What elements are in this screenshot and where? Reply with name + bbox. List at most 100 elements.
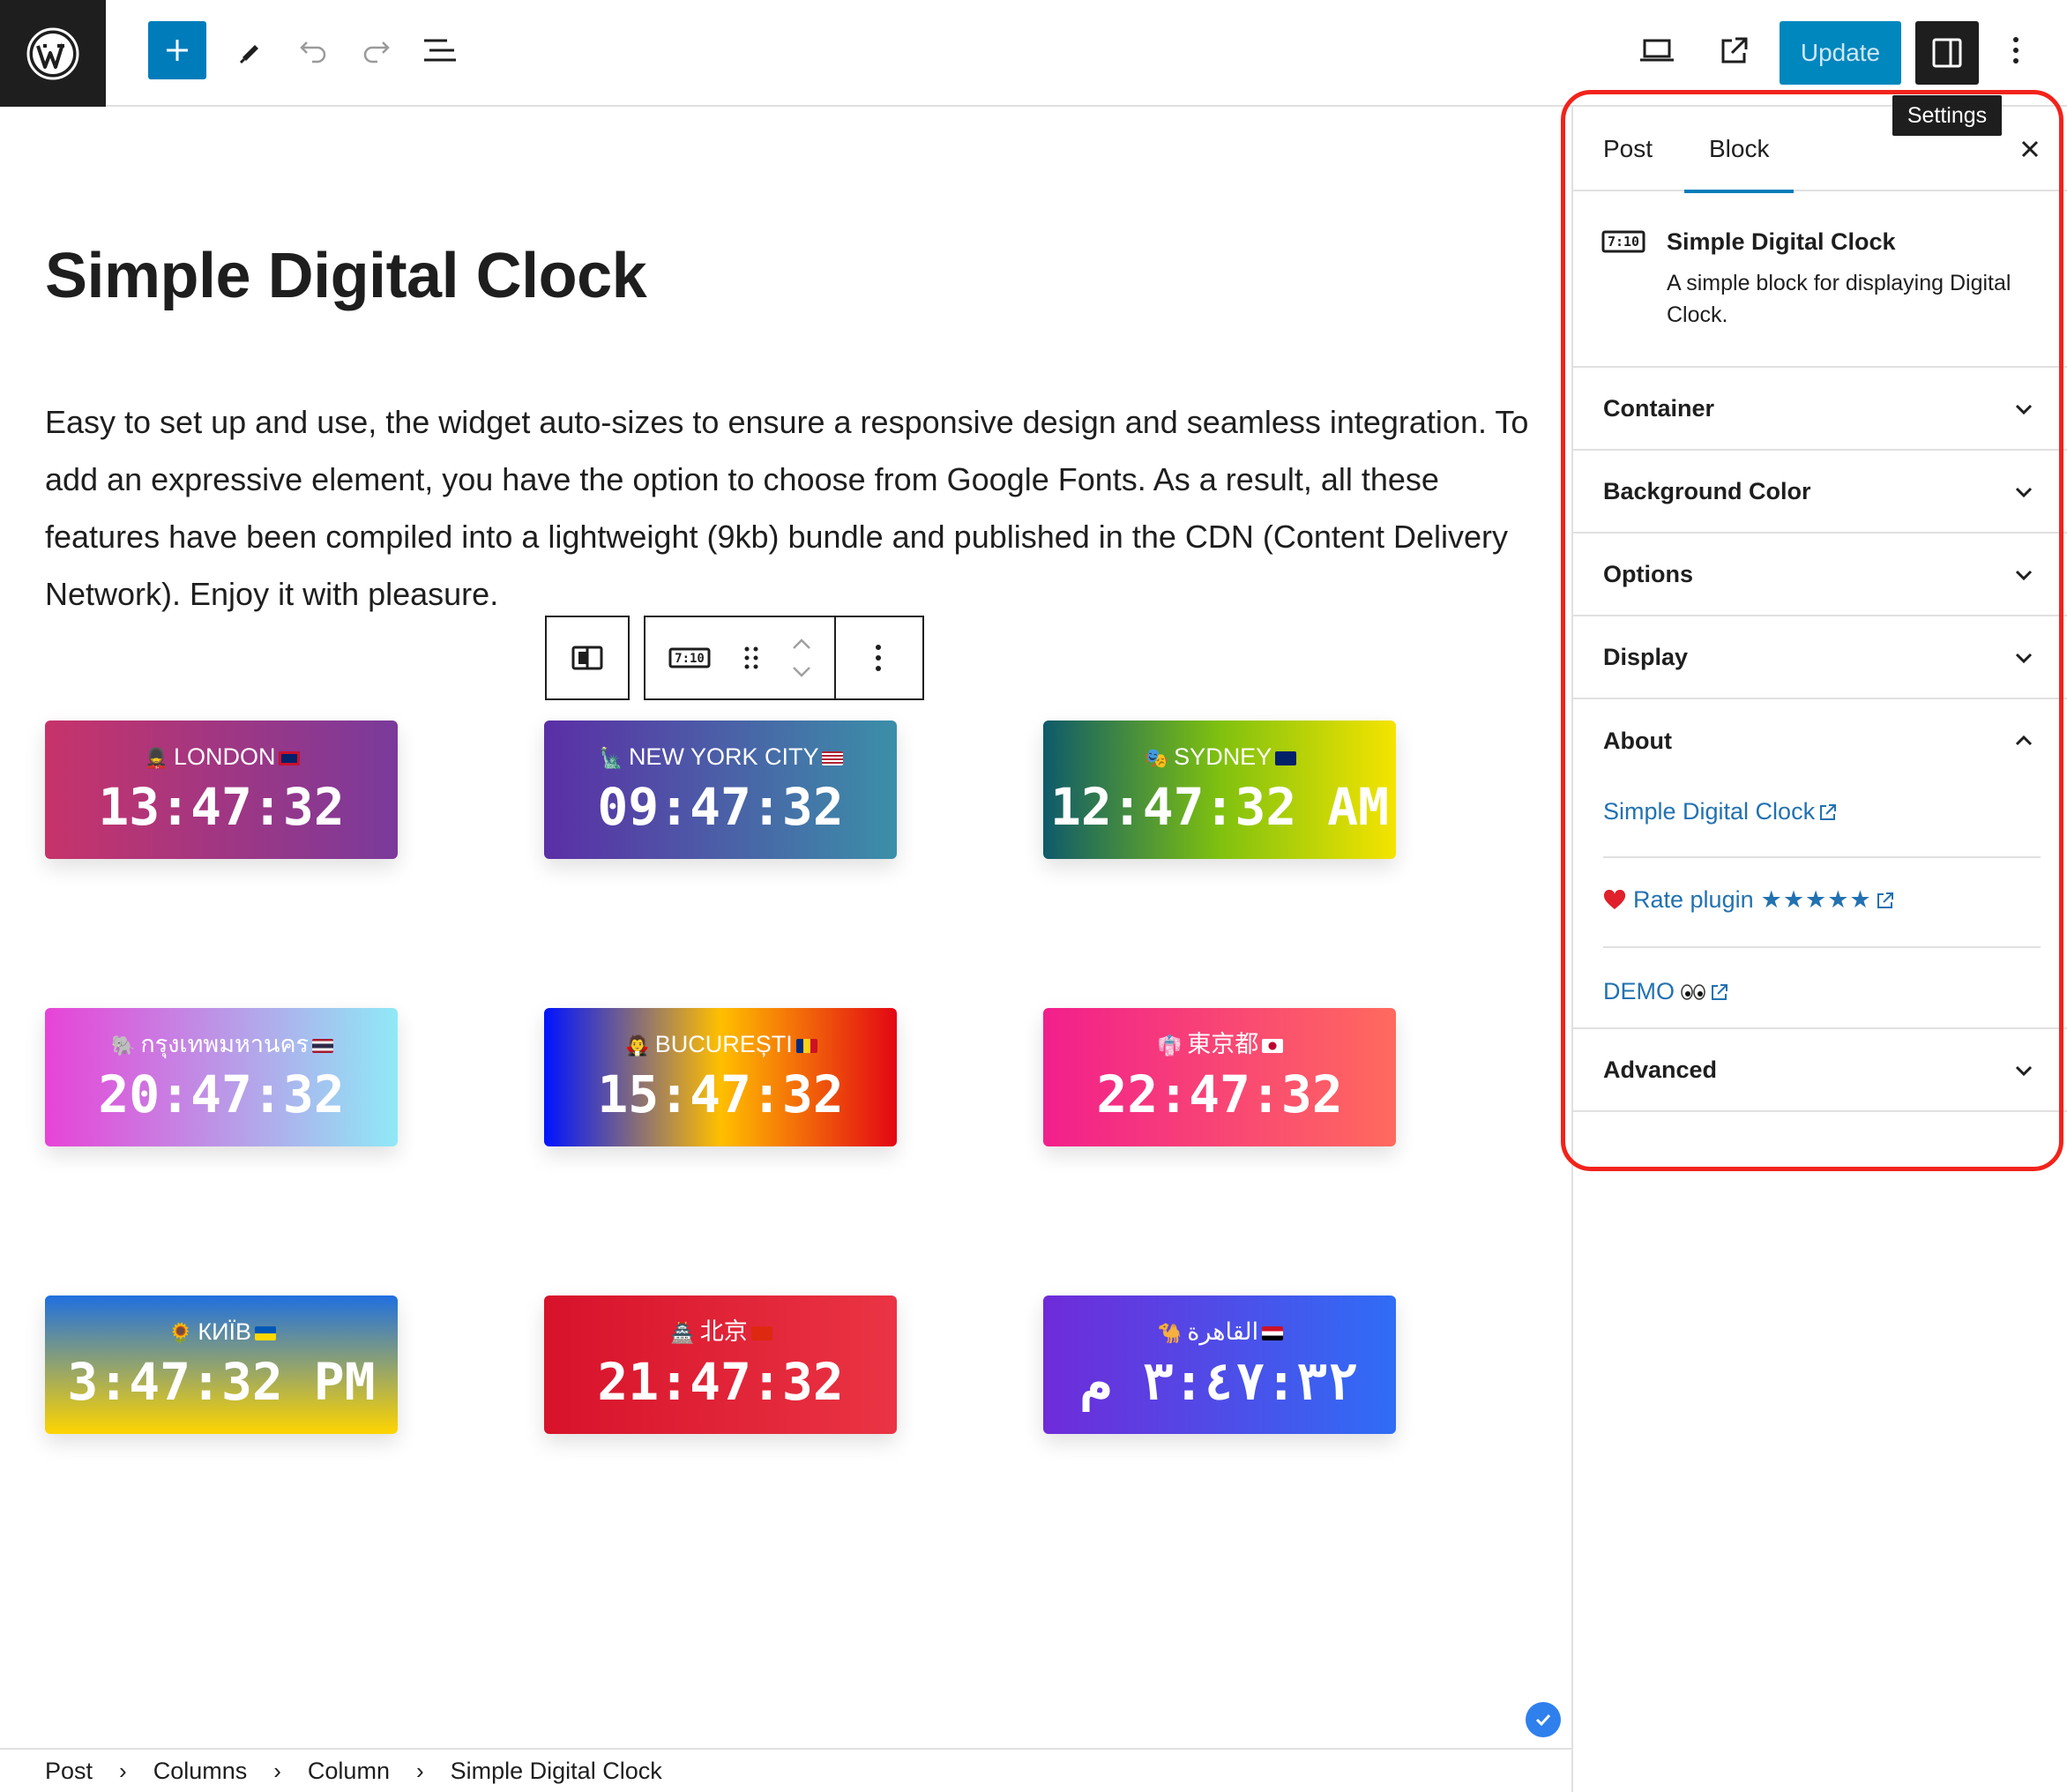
settings-sidebar: Post Block 7:10 Simple Digital Clock A s…: [1571, 107, 2067, 1792]
panel-advanced[interactable]: Advanced: [1573, 1029, 2067, 1112]
add-block-button[interactable]: [148, 21, 206, 79]
chevron-down-icon: [2015, 487, 2033, 498]
close-sidebar-button[interactable]: [2011, 130, 2049, 168]
sidebar-icon: [1932, 38, 1962, 68]
kebab-menu-icon: [876, 645, 881, 671]
clock-london[interactable]: 💂 LONDON 13:47:32: [45, 721, 398, 859]
breadcrumb: Post › Columns › Column › Simple Digital…: [0, 1748, 1571, 1792]
clock-time: 13:47:32: [98, 777, 345, 837]
move-down-icon[interactable]: [790, 662, 813, 680]
vampire-icon: 🧛: [625, 1034, 650, 1057]
clock-new-york[interactable]: 🗽 NEW YORK CITY 09:47:32: [544, 721, 897, 859]
clock-tokyo[interactable]: 👘 東京都 22:47:32: [1043, 1008, 1396, 1146]
breadcrumb-separator-icon: ›: [415, 1757, 424, 1784]
block-parent-selector-button[interactable]: [545, 616, 630, 700]
external-link-icon: [1721, 37, 1748, 63]
breadcrumb-separator-icon: ›: [119, 1757, 127, 1784]
block-card-title: Simple Digital Clock: [1667, 228, 1896, 255]
move-up-icon[interactable]: [790, 636, 813, 653]
undo-icon: [300, 41, 326, 63]
clock-time: 20:47:32: [98, 1064, 345, 1124]
clock-kyiv[interactable]: 🌻 КИЇВ 3:47:32 PM: [45, 1295, 398, 1434]
rating-stars: ★★★★★: [1760, 886, 1872, 913]
chevron-up-icon[interactable]: [2011, 728, 2037, 754]
panel-background-color-label: Background Color: [1603, 477, 1811, 504]
laptop-icon: [1640, 39, 1674, 62]
save-status-icon: [1526, 1702, 1561, 1737]
external-link-icon: [1712, 983, 1727, 1000]
clock-beijing[interactable]: 🏯 北京 21:47:32: [544, 1295, 897, 1434]
view-post-button[interactable]: [1705, 21, 1764, 79]
redo-button[interactable]: [347, 21, 406, 79]
clock-bangkok[interactable]: 🐘 กรุงเทพมหานคร 20:47:32: [45, 1008, 398, 1146]
close-icon: [2021, 140, 2039, 158]
breadcrumb-separator-icon: ›: [273, 1757, 281, 1784]
clock-city: 🐘 กรุงเทพมหานคร: [45, 1029, 398, 1061]
breadcrumb-item-current: Simple Digital Clock: [450, 1757, 662, 1784]
tab-post[interactable]: Post: [1603, 107, 1653, 191]
columns-icon: [571, 646, 603, 670]
flag-egypt-icon: [1262, 1325, 1284, 1340]
chevron-down-icon: [2015, 653, 2033, 664]
camel-icon: 🐪: [1157, 1321, 1183, 1344]
settings-toggle-button[interactable]: [1915, 21, 1979, 85]
flag-japan-icon: [1262, 1038, 1284, 1053]
drag-handle-icon: [744, 646, 758, 669]
eyes-icon: [1681, 983, 1705, 1000]
digital-clock-icon-text: 7:10: [675, 652, 705, 666]
panel-background-color[interactable]: Background Color: [1573, 451, 2067, 534]
undo-button[interactable]: [284, 21, 342, 79]
editor-header: Update: [0, 0, 2067, 107]
clock-time: 09:47:32: [597, 777, 844, 837]
block-type-button[interactable]: 7:10: [645, 617, 734, 698]
clock-city: 🌻 КИЇВ: [45, 1317, 398, 1348]
rate-plugin-link[interactable]: Rate plugin ★★★★★: [1603, 886, 1895, 914]
digital-clock-icon: 7:10: [668, 647, 711, 668]
clock-bucharest[interactable]: 🧛 BUCUREȘTI 15:47:32: [544, 1008, 897, 1146]
panel-container[interactable]: Container: [1573, 368, 2067, 451]
preview-button[interactable]: [1628, 21, 1686, 79]
wordpress-logo-icon[interactable]: [0, 0, 106, 107]
block-card: 7:10 Simple Digital Clock A simple block…: [1573, 191, 2067, 368]
clock-city: 🗽 NEW YORK CITY: [544, 742, 897, 773]
move-buttons: [769, 617, 836, 698]
flag-us-icon: [822, 750, 844, 765]
external-link-icon: [1877, 892, 1893, 908]
clock-time: 21:47:32: [597, 1352, 844, 1412]
flag-thailand-icon: [312, 1038, 334, 1053]
clock-sydney[interactable]: 🎭 SYDNEY 12:47:32 AM: [1043, 721, 1396, 859]
tab-block[interactable]: Block: [1683, 107, 1795, 193]
panel-about-toggle[interactable]: About: [1603, 699, 1672, 782]
plugin-link[interactable]: Simple Digital Clock: [1603, 798, 1838, 825]
tools-button[interactable]: [220, 21, 279, 79]
guard-icon: 💂: [144, 746, 168, 769]
clock-cairo[interactable]: 🐪 القاهرة ٣:٤٧:٣٢ م: [1043, 1295, 1396, 1434]
block-options-button[interactable]: [836, 617, 921, 698]
options-menu-button[interactable]: [1989, 21, 2042, 79]
post-paragraph[interactable]: Easy to set up and use, the widget auto-…: [45, 393, 1544, 623]
plugin-link-label: Simple Digital Clock: [1603, 798, 1816, 825]
document-overview-button[interactable]: [411, 21, 469, 79]
breadcrumb-item-post[interactable]: Post: [45, 1758, 93, 1785]
chevron-down-icon: [2015, 404, 2033, 415]
list-view-icon: [424, 39, 456, 62]
kebab-menu-icon: [2013, 37, 2018, 63]
panel-display[interactable]: Display: [1573, 616, 2067, 699]
breadcrumb-item-column[interactable]: Column: [308, 1758, 390, 1785]
demo-link[interactable]: DEMO: [1603, 978, 1729, 1005]
flag-romania-icon: [795, 1038, 817, 1053]
panel-container-label: Container: [1603, 394, 1715, 422]
breadcrumb-item-columns[interactable]: Columns: [153, 1758, 248, 1785]
panel-options[interactable]: Options: [1573, 534, 2067, 616]
heart-icon: [1603, 889, 1626, 909]
post-title[interactable]: Simple Digital Clock: [45, 240, 647, 312]
clock-city: 🧛 BUCUREȘTI: [544, 1029, 897, 1061]
flag-ukraine-icon: [255, 1325, 277, 1340]
drag-handle[interactable]: [734, 617, 769, 698]
panel-options-label: Options: [1603, 560, 1693, 587]
digital-clock-icon: 7:10: [1601, 230, 1645, 253]
update-button[interactable]: Update: [1780, 21, 1901, 85]
rate-plugin-label: Rate plugin: [1633, 886, 1754, 913]
clock-city: 🏯 北京: [544, 1317, 897, 1348]
flag-china-icon: [750, 1325, 772, 1340]
